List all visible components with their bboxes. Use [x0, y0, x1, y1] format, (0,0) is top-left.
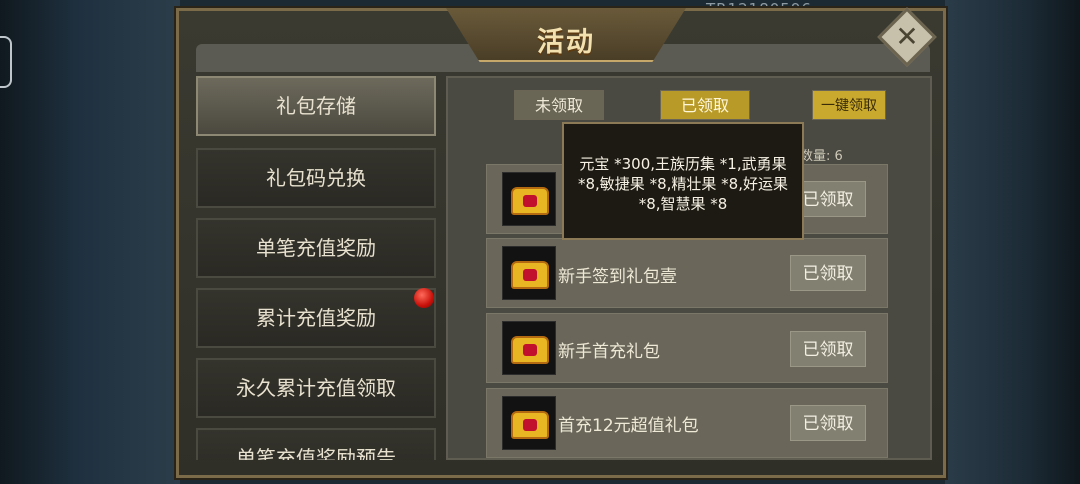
sidebar: 礼包存储 礼包码兑换 单笔充值奖励 累计充值奖励 永久累计充值领取 单笔充值奖励… [196, 76, 440, 460]
notification-dot [414, 288, 434, 308]
gift-name: 新手首充礼包 [558, 342, 660, 362]
treasure-chest-icon [502, 321, 556, 375]
treasure-chest-icon [502, 246, 556, 300]
claim-button[interactable]: 已领取 [790, 405, 866, 441]
gift-name: 新手签到礼包壹 [558, 267, 677, 287]
sidebar-item-cumulative-recharge[interactable]: 累计充值奖励 [196, 288, 436, 348]
treasure-chest-icon [502, 396, 556, 450]
sidebar-item-permanent-recharge[interactable]: 永久累计充值领取 [196, 358, 436, 418]
claim-button[interactable]: 已领取 [790, 331, 866, 367]
sidebar-item-single-recharge-preview[interactable]: 单笔充值奖励预告 [196, 428, 436, 460]
tab-claimed[interactable]: 已领取 [660, 90, 750, 120]
sidebar-item-gift-code[interactable]: 礼包码兑换 [196, 148, 436, 208]
gift-name: 首充12元超值礼包 [558, 416, 699, 436]
background-left [0, 0, 180, 484]
side-handle[interactable] [0, 36, 12, 88]
tab-unclaimed[interactable]: 未领取 [514, 90, 604, 120]
reward-tooltip: 元宝 *300,王族历集 *1,武勇果 *8,敏捷果 *8,精壮果 *8,好运果… [562, 122, 804, 240]
close-icon[interactable]: ✕ [886, 16, 928, 58]
gift-count: 数量: 6 [800, 149, 843, 164]
sidebar-item-single-recharge[interactable]: 单笔充值奖励 [196, 218, 436, 278]
background-right [945, 0, 1080, 484]
sidebar-item-gift-storage[interactable]: 礼包存储 [196, 76, 436, 136]
treasure-chest-icon [502, 172, 556, 226]
claim-button[interactable]: 已领取 [790, 255, 866, 291]
window-title: 活动 [537, 27, 595, 58]
claim-all-button[interactable]: 一键领取 [812, 90, 886, 120]
